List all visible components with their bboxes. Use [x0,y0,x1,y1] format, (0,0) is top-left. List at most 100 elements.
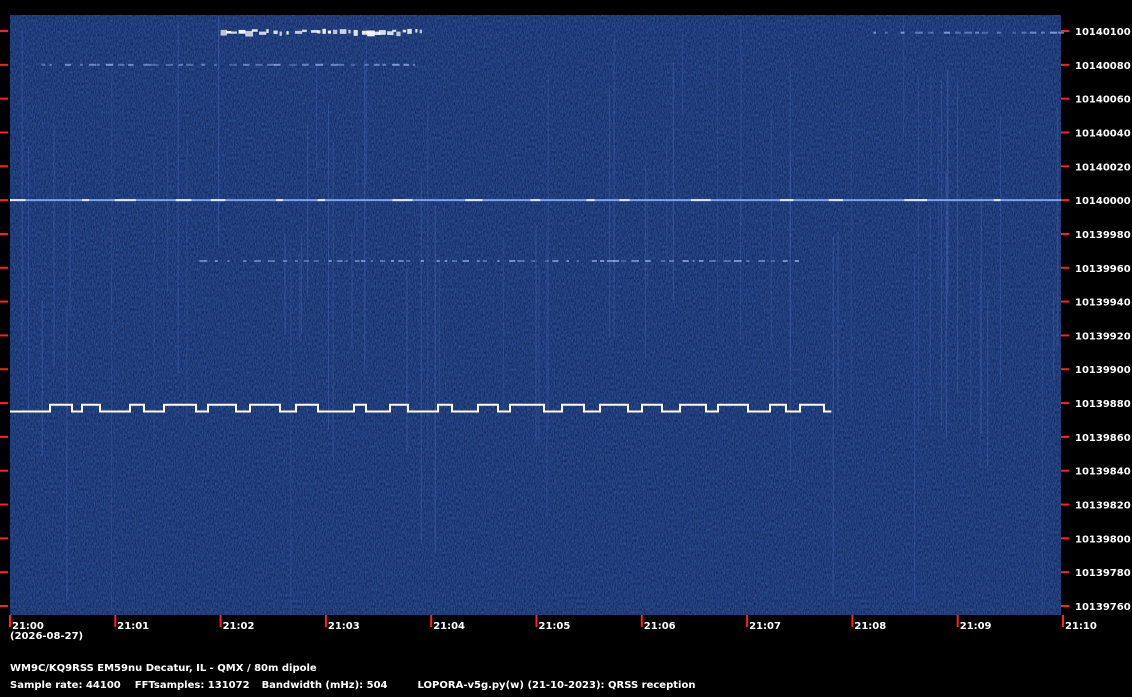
carrier-highlight [114,199,136,202]
faint-segment [370,260,374,262]
burst-segment [407,28,412,34]
faint-segment [337,260,343,262]
burst-segment [259,31,267,35]
y-tick-label: 10139780 [1075,568,1131,579]
faint-segment [313,260,320,262]
faint-segment [964,31,973,34]
faint-segment [531,260,536,262]
y-tick-label: 10139860 [1075,433,1131,444]
burst-segment [378,30,386,35]
x-tick-label: 21:06 [644,621,676,632]
faint-segment [150,63,159,66]
faint-segment [267,63,276,66]
burst-segment [238,29,246,34]
faint-segment [591,260,597,262]
faint-segment [599,260,605,262]
faint-segment [462,260,469,262]
faint-segment [692,260,695,262]
faint-segment [996,31,1002,34]
burst-segment [327,30,332,34]
y-tick-label: 10139880 [1075,399,1131,410]
faint-segment [105,63,114,66]
y-tick-label: 10139980 [1075,230,1131,241]
x-tick-label: 21:09 [960,621,992,632]
burst-segment [286,31,289,35]
faint-segment [544,260,549,262]
faint-segment [413,63,416,66]
faint-segment [621,260,627,262]
faint-segment [682,260,689,262]
x-tick-label: 21:03 [328,621,360,632]
software-label: LOPORA-v5g.py(w) (21-10-2023): QRSS rece… [417,680,696,691]
burst-segment [333,29,338,35]
faint-segment [283,260,288,262]
faint-segment [186,63,194,66]
faint-segment [303,260,309,262]
x-tick-label: 21:05 [539,621,571,632]
faint-segment [981,31,989,34]
faint-segment [392,63,400,66]
y-tick-label: 10139900 [1075,365,1131,376]
faint-segment [698,260,704,262]
faint-segment [552,260,559,262]
carrier-highlight [276,199,283,202]
faint-segment [80,63,83,66]
faint-segment [361,260,366,262]
faint-segment [97,63,100,66]
carrier-highlight [904,199,928,202]
faint-segment [758,260,766,262]
faint-segment [915,31,923,34]
faint-segment [1029,31,1037,34]
carrier-highlight [690,199,711,202]
carrier-highlight [317,199,326,202]
burst-segment [348,29,351,34]
faint-segment [733,260,742,262]
faint-segment [403,63,410,66]
faint-segment [1012,31,1016,34]
faint-segment [406,260,411,262]
burst-segment [266,29,269,33]
burst-segment [367,30,375,37]
faint-segment [566,260,570,262]
carrier-highlight [780,199,794,202]
carrier-highlight [993,199,1001,202]
faint-segment [41,63,46,66]
faint-segment [782,260,788,262]
faint-segment [128,63,134,66]
faint-segment [497,260,500,262]
burst-segment [279,31,282,36]
carrier-highlight [586,199,595,202]
carrier-highlight [175,199,192,202]
burst-segment [251,29,258,32]
faint-segment [975,31,980,34]
faint-segment [398,260,404,262]
faint-segment [227,260,230,262]
faint-segment [64,63,72,66]
faint-segment [199,260,208,262]
y-tick-label: 10139760 [1075,602,1131,613]
faint-segment [509,260,516,262]
carrier-highlight [210,199,226,202]
faint-segment [613,260,619,262]
burst-segment [353,29,358,36]
burst-segment [392,29,397,33]
bandwidth: Bandwidth (mHz): 504 [261,680,388,691]
faint-segment [669,260,674,262]
faint-segment [884,31,888,34]
burst-segment [317,30,321,34]
faint-segment [954,31,961,34]
y-tick-label: 10139940 [1075,298,1131,309]
burst-segment [230,31,237,34]
faint-segment [143,63,152,66]
faint-segment [229,63,237,66]
faint-segment [254,260,261,262]
spectrogram-chart: 10140100 10140080 10140060 10140040 10140020… [0,15,1131,632]
faint-segment [344,260,348,262]
y-tick-label: 10139800 [1075,534,1131,545]
faint-segment [452,260,457,262]
burst-segment [396,31,401,37]
faint-segment [517,260,525,262]
faint-segment [118,63,125,66]
faint-segment [483,260,488,262]
faint-segment [746,260,750,262]
